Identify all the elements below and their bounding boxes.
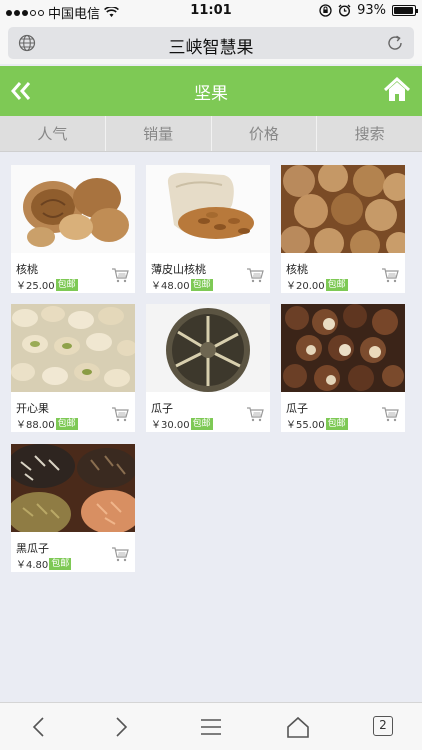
product-card[interactable]: 薄皮山核桃 ￥48.00 包邮: [146, 165, 270, 293]
cart-icon[interactable]: [111, 406, 129, 422]
product-name: 黑瓜子: [16, 542, 49, 555]
browser-toolbar: 2: [0, 702, 422, 750]
tab-popularity[interactable]: 人气: [0, 116, 106, 151]
tabs-count-button[interactable]: 2: [373, 716, 393, 736]
cart-icon[interactable]: [111, 546, 129, 562]
cart-icon[interactable]: [246, 406, 264, 422]
product-name: 核桃: [16, 263, 38, 276]
status-right: 93%: [319, 3, 418, 18]
status-bar: 中国电信 11:01 93%: [0, 0, 422, 22]
product-price: ￥48.00: [151, 281, 190, 292]
product-card[interactable]: 瓜子 ￥30.00 包邮: [146, 304, 270, 432]
product-image: [146, 165, 270, 253]
rotation-lock-icon: [319, 4, 332, 17]
price-row: ￥20.00 包邮: [286, 277, 348, 292]
product-card[interactable]: 核桃 ￥20.00 包邮: [281, 165, 405, 293]
battery-icon: [392, 5, 418, 16]
price-row: ￥4.80 包邮: [16, 556, 72, 571]
product-price: ￥4.80: [16, 560, 49, 571]
home-icon[interactable]: [384, 77, 410, 103]
free-shipping-badge: 包邮: [190, 278, 213, 291]
sort-tabs: 人气 销量 价格 搜索: [0, 116, 422, 152]
product-price: ￥30.00: [151, 420, 190, 431]
free-shipping-badge: 包邮: [49, 557, 72, 570]
product-image: [146, 304, 270, 392]
price-row: ￥30.00 包邮: [151, 416, 213, 431]
product-image: [11, 165, 135, 253]
cart-icon[interactable]: [246, 267, 264, 283]
tab-sales[interactable]: 销量: [106, 116, 212, 151]
page-title: 三峡智慧果: [168, 38, 254, 58]
product-card[interactable]: 核桃 ￥25.00 包邮: [11, 165, 135, 293]
price-row: ￥88.00 包邮: [16, 416, 78, 431]
product-name: 核桃: [286, 263, 308, 276]
app-header: 坚果: [0, 66, 422, 116]
price-row: ￥25.00 包邮: [16, 277, 78, 292]
product-image: [11, 444, 135, 532]
product-name: 瓜子: [151, 402, 173, 415]
product-image: [281, 165, 405, 253]
battery-fill: [394, 7, 413, 14]
price-row: ￥55.00 包邮: [286, 416, 348, 431]
tab-search[interactable]: 搜索: [317, 116, 422, 151]
product-price: ￥25.00: [16, 281, 55, 292]
product-image: [11, 304, 135, 392]
category-title: 坚果: [194, 84, 228, 104]
free-shipping-badge: 包邮: [55, 278, 78, 291]
free-shipping-badge: 包邮: [55, 417, 78, 430]
product-name: 薄皮山核桃: [151, 263, 206, 276]
menu-icon[interactable]: [199, 715, 223, 739]
cart-icon[interactable]: [111, 267, 129, 283]
cart-icon[interactable]: [381, 267, 399, 283]
product-price: ￥55.00: [286, 420, 325, 431]
product-card[interactable]: 黑瓜子 ￥4.80 包邮: [11, 444, 135, 572]
cart-icon[interactable]: [381, 406, 399, 422]
product-price: ￥20.00: [286, 281, 325, 292]
free-shipping-badge: 包邮: [325, 278, 348, 291]
product-card[interactable]: 瓜子 ￥55.00 包邮: [281, 304, 405, 432]
product-name: 瓜子: [286, 402, 308, 415]
tab-price[interactable]: 价格: [212, 116, 318, 151]
free-shipping-badge: 包邮: [325, 417, 348, 430]
reload-icon[interactable]: [386, 34, 404, 52]
address-bar[interactable]: 三峡智慧果: [8, 27, 414, 59]
alarm-icon: [338, 4, 351, 17]
free-shipping-badge: 包邮: [190, 417, 213, 430]
product-price: ￥88.00: [16, 420, 55, 431]
back-arrow-icon[interactable]: [28, 715, 52, 739]
battery-percent: 93%: [357, 3, 386, 18]
product-card[interactable]: 开心果 ￥88.00 包邮: [11, 304, 135, 432]
home-outline-icon[interactable]: [286, 715, 310, 739]
price-row: ￥48.00 包邮: [151, 277, 213, 292]
product-image: [281, 304, 405, 392]
forward-arrow-icon[interactable]: [108, 715, 132, 739]
product-name: 开心果: [16, 402, 49, 415]
browser-bar: 三峡智慧果: [0, 22, 422, 64]
